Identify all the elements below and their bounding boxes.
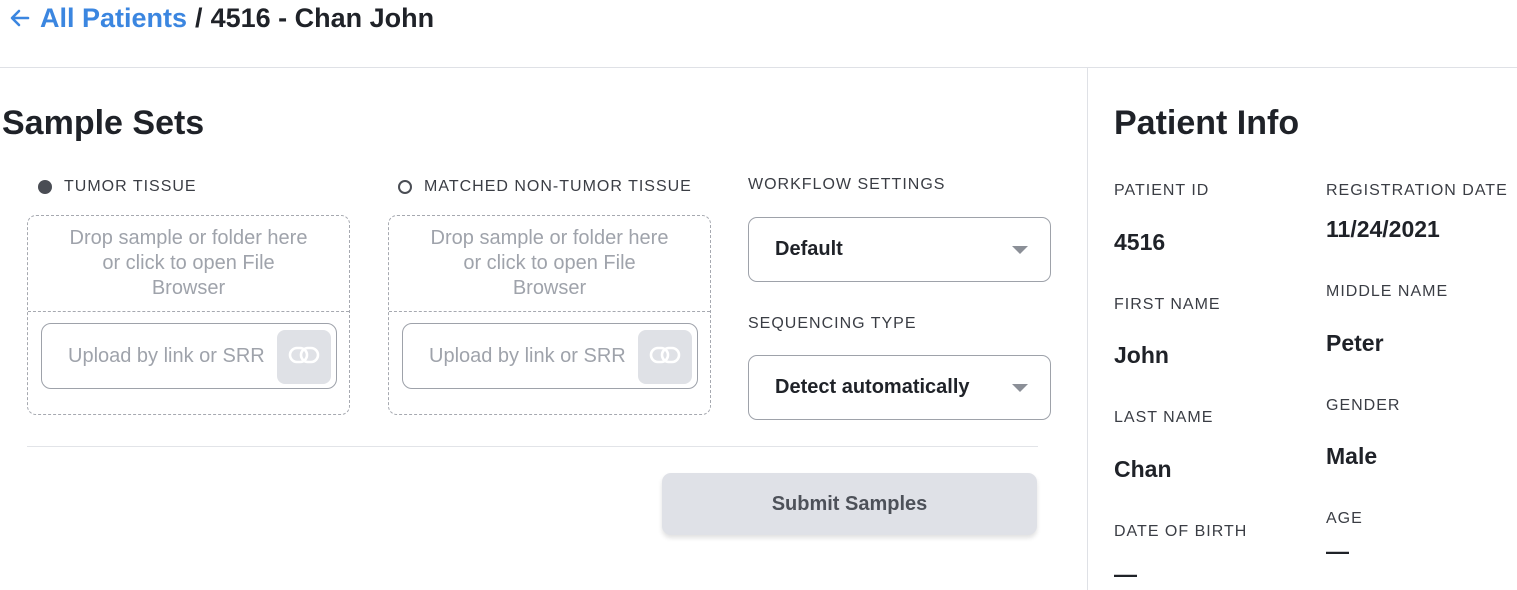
tumor-link-field[interactable]	[41, 323, 337, 389]
last-name-value: Chan	[1114, 456, 1172, 482]
dropzone-instructions: Drop sample or folder here or click to o…	[430, 227, 669, 299]
middle-name-label: MIDDLE NAME	[1326, 283, 1449, 300]
normal-dropzone[interactable]: Drop sample or folder here or click to o…	[388, 215, 711, 415]
patient-id-label: PATIENT ID	[1114, 182, 1210, 199]
tumor-tissue-label: TUMOR TISSUE	[64, 178, 197, 195]
workflow-settings-value: Default	[775, 238, 843, 260]
arrow-left-icon[interactable]	[8, 6, 32, 30]
link-icon	[288, 346, 320, 369]
breadcrumb-current: 4516 - Chan John	[210, 2, 435, 33]
tumor-dropzone[interactable]: Drop sample or folder here or click to o…	[27, 215, 350, 415]
gender-value: Male	[1326, 443, 1378, 469]
age-label: AGE	[1326, 510, 1363, 527]
normal-tissue-label: MATCHED NON-TUMOR TISSUE	[424, 178, 692, 195]
registration-date-value: 11/24/2021	[1326, 216, 1440, 242]
radio-unselected-icon[interactable]	[398, 180, 412, 194]
breadcrumb-separator: /	[195, 2, 203, 33]
normal-link-input[interactable]	[403, 324, 643, 388]
radio-selected-icon[interactable]	[38, 180, 52, 194]
tumor-tissue-radio[interactable]: TUMOR TISSUE	[38, 178, 197, 196]
age-value: —	[1326, 538, 1349, 564]
normal-link-button[interactable]	[638, 330, 692, 384]
dropzone-divider	[28, 311, 349, 312]
first-name-value: John	[1114, 342, 1169, 368]
dropzone-divider	[389, 311, 710, 312]
first-name-label: FIRST NAME	[1114, 296, 1221, 313]
tumor-link-button[interactable]	[277, 330, 331, 384]
gender-label: GENDER	[1326, 397, 1401, 414]
tumor-link-input[interactable]	[42, 324, 282, 388]
date-of-birth-value: —	[1114, 561, 1137, 587]
date-of-birth-label: DATE OF BIRTH	[1114, 523, 1248, 540]
workflow-settings-label: WORKFLOW SETTINGS	[748, 176, 946, 193]
last-name-label: LAST NAME	[1114, 409, 1214, 426]
breadcrumb: All Patients / 4516 - Chan John	[8, 2, 434, 34]
patient-id-value: 4516	[1114, 229, 1166, 255]
submit-samples-button[interactable]: Submit Samples	[662, 473, 1037, 535]
page-header: All Patients / 4516 - Chan John	[0, 0, 1517, 68]
caret-down-icon	[1012, 246, 1028, 254]
workflow-settings-select[interactable]: Default	[748, 217, 1051, 282]
patient-info-panel	[1087, 68, 1517, 590]
patient-info-title: Patient Info	[1114, 104, 1300, 142]
sequencing-type-value: Detect automatically	[775, 376, 970, 398]
dropzone-instructions: Drop sample or folder here or click to o…	[69, 227, 308, 299]
caret-down-icon	[1012, 384, 1028, 392]
sequencing-type-label: SEQUENCING TYPE	[748, 315, 917, 332]
section-divider	[27, 446, 1038, 447]
all-patients-link[interactable]: All Patients	[40, 3, 187, 34]
sample-sets-title: Sample Sets	[2, 104, 205, 142]
registration-date-label: REGISTRATION DATE	[1326, 182, 1508, 199]
normal-link-field[interactable]	[402, 323, 698, 389]
link-icon	[649, 346, 681, 369]
middle-name-value: Peter	[1326, 330, 1384, 356]
sequencing-type-select[interactable]: Detect automatically	[748, 355, 1051, 420]
normal-tissue-radio[interactable]: MATCHED NON-TUMOR TISSUE	[398, 178, 692, 196]
